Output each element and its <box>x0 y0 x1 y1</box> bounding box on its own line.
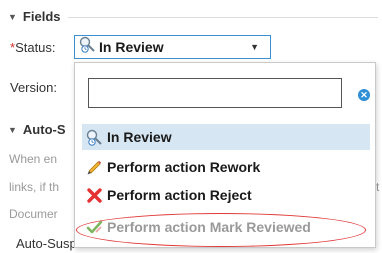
status-dropdown: ✕ In Review Perform action Rework Perfor… <box>74 62 376 248</box>
background-text-line: Documer <box>9 207 58 221</box>
option-perform-rework[interactable]: Perform action Rework <box>82 154 370 180</box>
pencil-icon <box>85 158 103 176</box>
check-icon <box>85 218 103 236</box>
option-perform-reject[interactable]: Perform action Reject <box>82 182 370 208</box>
red-x-icon <box>85 186 103 204</box>
status-select-value: In Review <box>99 39 164 55</box>
status-label-text: Status: <box>15 40 56 55</box>
option-label: In Review <box>107 129 172 145</box>
background-text-fragment: t <box>376 180 380 194</box>
in-review-icon <box>85 128 103 146</box>
status-select[interactable]: In Review ▼ <box>74 35 271 59</box>
collapse-triangle-icon[interactable]: ▼ <box>8 12 17 22</box>
collapse-triangle-icon[interactable]: ▼ <box>8 125 17 135</box>
fields-section-title: Fields <box>22 9 61 24</box>
status-label: *Status: <box>10 40 56 55</box>
option-perform-mark-reviewed[interactable]: Perform action Mark Reviewed <box>82 214 370 240</box>
background-text-line: links, if th <box>9 180 60 194</box>
option-label: Perform action Rework <box>107 159 261 175</box>
fields-divider <box>68 17 378 18</box>
dropdown-search-input[interactable] <box>88 78 342 108</box>
option-label: Perform action Mark Reviewed <box>107 219 311 235</box>
auto-suspect-section-title: Auto-S <box>22 122 66 137</box>
chevron-down-icon[interactable]: ▼ <box>250 42 259 52</box>
version-label: Version: <box>10 80 57 95</box>
clear-search-icon[interactable]: ✕ <box>358 89 370 101</box>
fields-section-header[interactable]: ▼ Fields <box>8 9 61 24</box>
option-label: Perform action Reject <box>107 187 252 203</box>
in-review-icon <box>79 36 96 58</box>
background-text-line: When en <box>9 152 58 166</box>
auto-suspect-section-header[interactable]: ▼ Auto-S <box>8 122 66 137</box>
option-in-review[interactable]: In Review <box>82 124 370 150</box>
